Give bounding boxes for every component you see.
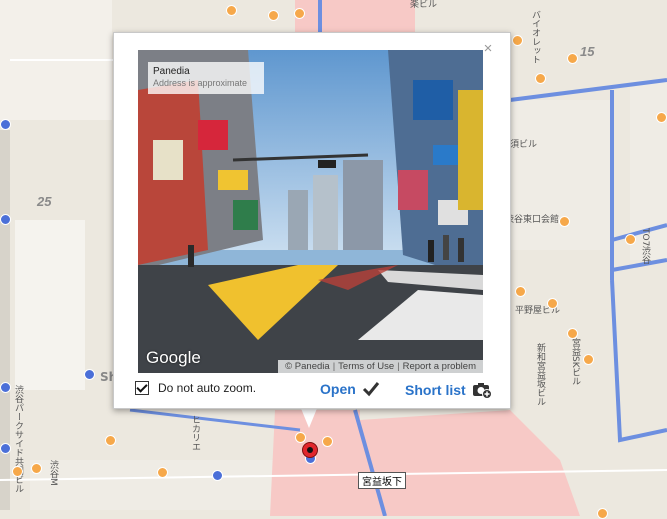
poi-dot[interactable] bbox=[583, 354, 594, 365]
transit-dot[interactable] bbox=[84, 369, 95, 380]
auto-zoom-label: Do not auto zoom. bbox=[158, 381, 257, 395]
camera-add-icon bbox=[472, 383, 492, 399]
info-title: Panedia bbox=[153, 66, 190, 77]
poi-dot[interactable] bbox=[105, 435, 116, 446]
map-label-miyamasu-sk: 宮益SKビル bbox=[570, 338, 580, 386]
short-list-label: Short list bbox=[405, 382, 466, 398]
street-scene-image bbox=[138, 50, 483, 373]
poi-dot[interactable] bbox=[12, 466, 23, 477]
poi-dot[interactable] bbox=[567, 53, 578, 64]
poi-dot[interactable] bbox=[535, 73, 546, 84]
map-label-violet: バイオレット bbox=[530, 10, 540, 64]
open-button[interactable]: Open bbox=[320, 381, 380, 397]
terms-link[interactable]: Terms of Use bbox=[335, 361, 397, 372]
street-view-photo[interactable]: Panedia Address is approximate Google © … bbox=[138, 50, 483, 373]
attribution-copyright[interactable]: © Panedia bbox=[282, 361, 333, 372]
poi-dot[interactable] bbox=[515, 286, 526, 297]
poi-dot[interactable] bbox=[547, 298, 558, 309]
poi-dot[interactable] bbox=[268, 10, 279, 21]
station-label-miyamasuzakashita: 宮益坂下 bbox=[358, 472, 406, 489]
map-label-shinwa: 新和宮益坂ビル bbox=[535, 343, 545, 406]
poi-dot[interactable] bbox=[567, 328, 578, 339]
poi-dot[interactable] bbox=[322, 436, 333, 447]
auto-zoom-checkbox[interactable] bbox=[135, 381, 149, 395]
attribution-bar: © Panedia | Terms of Use | Report a prob… bbox=[278, 360, 483, 373]
poi-dot[interactable] bbox=[656, 112, 667, 123]
short-list-button[interactable]: Short list bbox=[405, 381, 492, 399]
street-view-popup: × Panedia Address is approximate Google … bbox=[113, 32, 511, 409]
poi-dot[interactable] bbox=[157, 467, 168, 478]
transit-dot[interactable] bbox=[0, 119, 11, 130]
popup-tail bbox=[300, 406, 318, 428]
transit-dot[interactable] bbox=[212, 470, 223, 481]
poi-dot[interactable] bbox=[295, 432, 306, 443]
poi-dot[interactable] bbox=[625, 234, 636, 245]
info-box: Panedia Address is approximate bbox=[148, 62, 264, 94]
info-subtitle: Address is approximate bbox=[153, 78, 248, 88]
transit-dot[interactable] bbox=[0, 214, 11, 225]
poi-dot[interactable] bbox=[597, 508, 608, 519]
road-number-15: 15 bbox=[580, 44, 595, 59]
google-logo: Google bbox=[146, 348, 201, 367]
location-marker[interactable] bbox=[302, 442, 318, 458]
open-label: Open bbox=[320, 381, 356, 397]
map-label-shibuya-m: 渋谷M bbox=[48, 460, 58, 486]
auto-zoom-option[interactable]: Do not auto zoom. bbox=[135, 381, 256, 395]
transit-dot[interactable] bbox=[0, 382, 11, 393]
poi-dot[interactable] bbox=[559, 216, 570, 227]
road-number-25: 25 bbox=[37, 194, 52, 209]
map-label-building-2: 須ビル bbox=[510, 140, 538, 150]
map-label-to7: TO7渋谷 bbox=[640, 228, 650, 265]
poi-dot[interactable] bbox=[226, 5, 237, 16]
report-problem-link[interactable]: Report a problem bbox=[400, 361, 479, 372]
map-label-hikarie: ヒカリエ bbox=[190, 415, 200, 451]
transit-dot[interactable] bbox=[0, 443, 11, 454]
poi-dot[interactable] bbox=[31, 463, 42, 474]
poi-dot[interactable] bbox=[294, 8, 305, 19]
poi-dot[interactable] bbox=[512, 35, 523, 46]
checkmark-icon bbox=[362, 382, 379, 397]
map-label-east-exit: 渋谷東口会館 bbox=[505, 215, 560, 225]
map-label-building: 楽ビル bbox=[410, 0, 438, 10]
